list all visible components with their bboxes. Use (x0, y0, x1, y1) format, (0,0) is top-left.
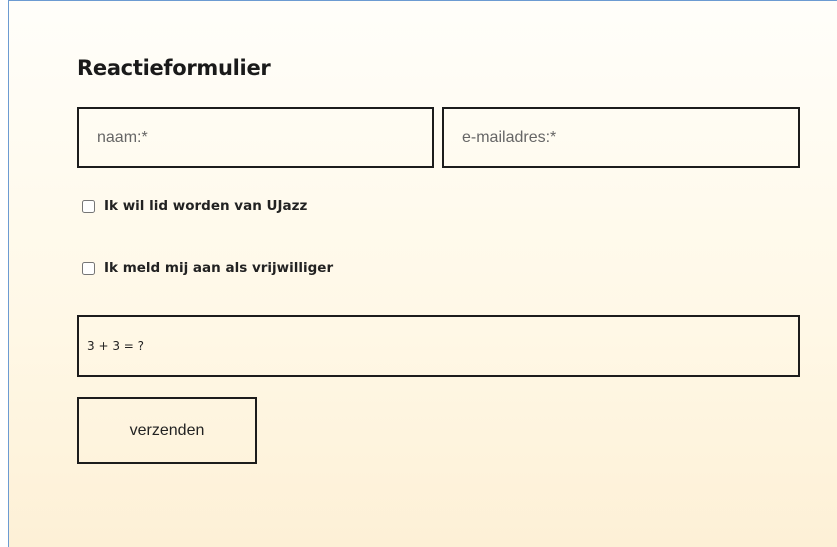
volunteer-checkbox-label: Ik meld mij aan als vrijwilliger (104, 260, 334, 276)
member-checkbox-label: Ik wil lid worden van UJazz (104, 198, 308, 214)
submit-button[interactable]: verzenden (77, 397, 257, 464)
member-checkbox[interactable] (82, 199, 95, 213)
name-field[interactable] (77, 107, 434, 168)
form-container: Reactieformulier Ik wil lid worden van U… (8, 0, 837, 547)
form-title: Reactieformulier (77, 56, 271, 80)
member-checkbox-row[interactable]: Ik wil lid worden van UJazz (82, 198, 307, 214)
email-field[interactable] (442, 107, 800, 168)
volunteer-checkbox[interactable] (82, 261, 95, 275)
captcha-field[interactable] (77, 315, 800, 377)
volunteer-checkbox-row[interactable]: Ik meld mij aan als vrijwilliger (82, 260, 333, 276)
